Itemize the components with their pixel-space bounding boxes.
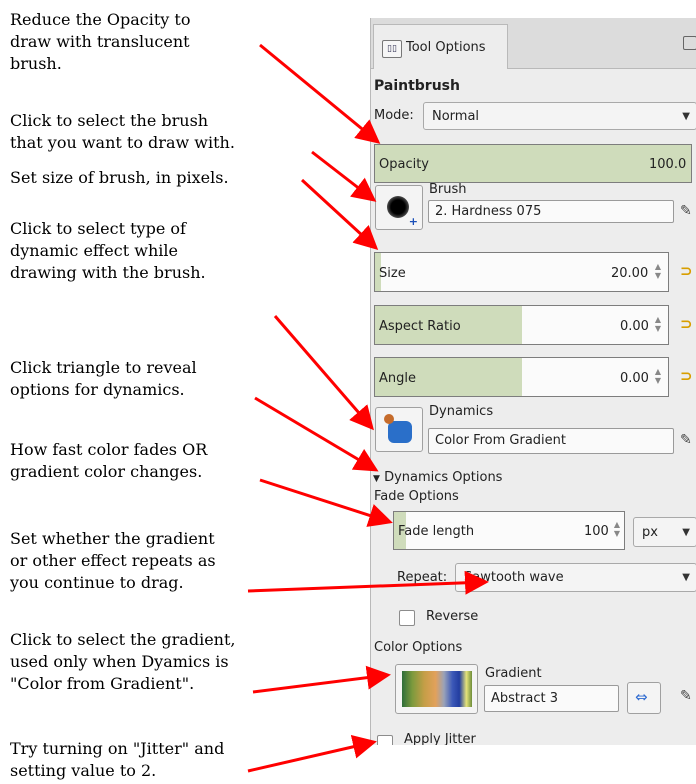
arrow-dynamics [273,315,374,431]
arrow-dynamics-triangle [254,396,379,472]
arrow-repeat [247,570,489,595]
arrow-opacity [259,43,381,144]
annotation-arrows [247,43,489,773]
arrow-size [300,178,379,251]
arrow-brush [311,150,377,202]
arrow-fade [259,478,393,527]
arrow-jitter [247,735,377,773]
arrow-gradient [252,665,391,694]
